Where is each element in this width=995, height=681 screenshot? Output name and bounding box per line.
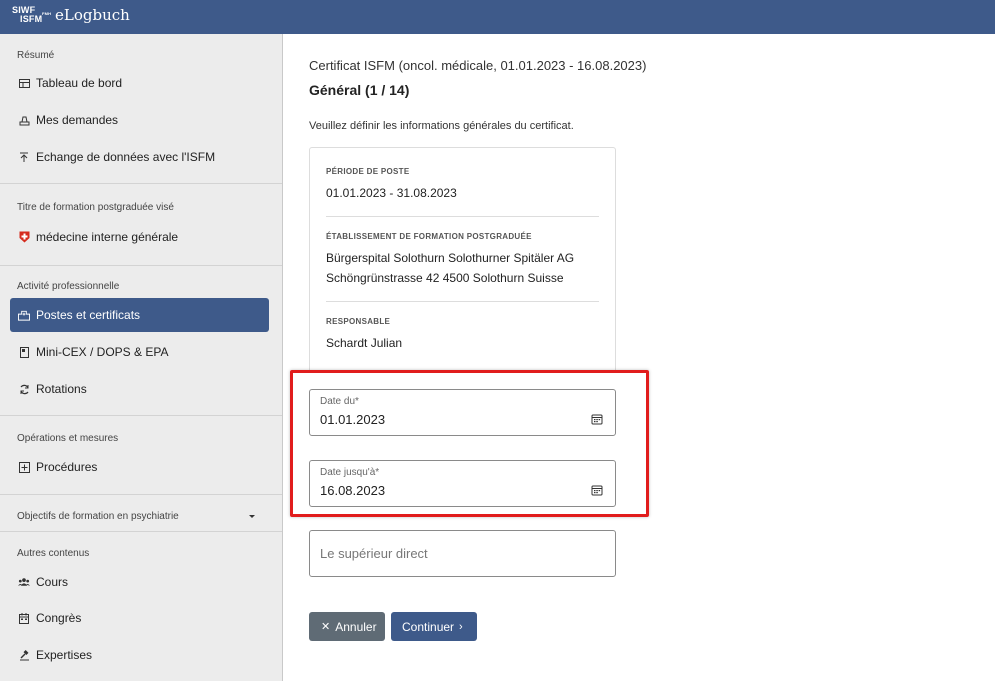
sidebar-item-rotations[interactable]: Rotations bbox=[10, 372, 269, 406]
siwf-isfm-logo[interactable]: SIWF FMH ISFM bbox=[12, 6, 51, 24]
sidebar-section-titre: Titre de formation postgraduée visé bbox=[17, 202, 174, 213]
sidebar: Résumé Tableau de bord Mes demandes Echa… bbox=[0, 34, 283, 681]
sidebar-item-mes-demandes[interactable]: Mes demandes bbox=[10, 103, 269, 137]
gavel-icon bbox=[18, 649, 30, 661]
sidebar-item-expertises[interactable]: Expertises bbox=[10, 638, 269, 672]
document-icon bbox=[18, 346, 30, 358]
plus-box-icon bbox=[18, 461, 30, 473]
sidebar-item-procedures[interactable]: Procédures bbox=[10, 450, 269, 484]
dashboard-icon bbox=[18, 77, 30, 89]
card-divider bbox=[326, 216, 599, 217]
sidebar-item-mini-cex[interactable]: Mini-CEX / DOPS & EPA bbox=[10, 335, 269, 369]
continue-button[interactable]: Continuer › bbox=[391, 612, 477, 641]
sidebar-item-label: Expertises bbox=[36, 648, 93, 662]
highlight-box bbox=[290, 370, 649, 517]
close-icon: ✕ bbox=[321, 621, 331, 633]
sidebar-item-postes-certificats[interactable]: Postes et certificats bbox=[10, 298, 269, 332]
top-bar: SIWF FMH ISFM eLogbuch bbox=[0, 0, 995, 34]
sidebar-divider bbox=[0, 265, 282, 266]
upload-icon bbox=[18, 151, 30, 163]
sidebar-divider bbox=[0, 494, 282, 495]
etablissement-label: ÉTABLISSEMENT DE FORMATION POSTGRADUÉE bbox=[326, 232, 532, 241]
sidebar-item-congres[interactable]: Congrès bbox=[10, 601, 269, 635]
sidebar-divider bbox=[0, 183, 282, 184]
chevron-right-icon: › bbox=[459, 620, 463, 633]
hospital-icon bbox=[18, 309, 30, 321]
sidebar-item-label: Procédures bbox=[36, 460, 98, 474]
sidebar-item-label: Tableau de bord bbox=[36, 76, 123, 90]
sidebar-divider bbox=[0, 531, 282, 532]
calendar-icon bbox=[18, 612, 30, 624]
sidebar-item-label: médecine interne générale bbox=[36, 230, 179, 244]
logo-fmh: FMH bbox=[42, 11, 52, 16]
certificate-title: Certificat ISFM (oncol. médicale, 01.01.… bbox=[309, 58, 647, 73]
card-divider bbox=[326, 301, 599, 302]
sidebar-section-resume: Résumé bbox=[17, 50, 55, 61]
sidebar-item-label: Echange de données avec l'ISFM bbox=[36, 150, 216, 164]
sidebar-section-objectifs[interactable]: Objectifs de formation en psychiatrie bbox=[17, 511, 179, 522]
intro-text: Veuillez définir les informations généra… bbox=[309, 120, 574, 132]
main-content: Certificat ISFM (oncol. médicale, 01.01.… bbox=[284, 34, 995, 681]
continue-label: Continuer bbox=[402, 619, 455, 634]
sidebar-item-label: Postes et certificats bbox=[36, 308, 141, 322]
sidebar-item-echange[interactable]: Echange de données avec l'ISFM bbox=[10, 140, 269, 174]
superieur-direct-field[interactable]: Le supérieur direct bbox=[309, 530, 616, 577]
sidebar-item-label: Mini-CEX / DOPS & EPA bbox=[36, 345, 169, 359]
sidebar-section-autres: Autres contenus bbox=[17, 548, 90, 559]
rotate-icon bbox=[18, 383, 30, 395]
sidebar-item-label: Cours bbox=[36, 575, 69, 589]
logo-line-2: ISFM bbox=[20, 14, 43, 24]
info-card: PÉRIODE DE POSTE 01.01.2023 - 31.08.2023… bbox=[309, 147, 616, 373]
responsable-value: Schardt Julian bbox=[326, 336, 403, 350]
etablissement-line-2: Schöngrünstrasse 42 4500 Solothurn Suiss… bbox=[326, 271, 564, 285]
superieur-direct-placeholder: Le supérieur direct bbox=[320, 546, 428, 561]
sidebar-section-activite: Activité professionnelle bbox=[17, 281, 120, 292]
sidebar-item-medecine-interne[interactable]: médecine interne générale bbox=[10, 220, 269, 254]
sidebar-item-label: Mes demandes bbox=[36, 113, 119, 127]
sidebar-section-operations: Opérations et mesures bbox=[17, 433, 119, 444]
periode-value: 01.01.2023 - 31.08.2023 bbox=[326, 186, 457, 200]
responsable-label: RESPONSABLE bbox=[326, 317, 391, 326]
inbox-icon bbox=[18, 114, 30, 126]
chevron-down-icon[interactable] bbox=[249, 515, 255, 518]
periode-label: PÉRIODE DE POSTE bbox=[326, 167, 410, 176]
sidebar-item-label: Rotations bbox=[36, 382, 87, 396]
users-icon bbox=[18, 576, 30, 588]
sidebar-item-label: Congrès bbox=[36, 611, 82, 625]
sidebar-divider bbox=[0, 415, 282, 416]
etablissement-line-1: Bürgerspital Solothurn Solothurner Spitä… bbox=[326, 251, 575, 265]
swiss-flag-icon bbox=[18, 231, 30, 243]
section-title: Général (1 / 14) bbox=[309, 82, 410, 98]
app-title: eLogbuch bbox=[55, 6, 130, 24]
cancel-label: Annuler bbox=[335, 619, 377, 634]
sidebar-item-tableau-de-bord[interactable]: Tableau de bord bbox=[10, 66, 269, 100]
sidebar-item-cours[interactable]: Cours bbox=[10, 565, 269, 599]
cancel-button[interactable]: ✕ Annuler bbox=[309, 612, 385, 641]
